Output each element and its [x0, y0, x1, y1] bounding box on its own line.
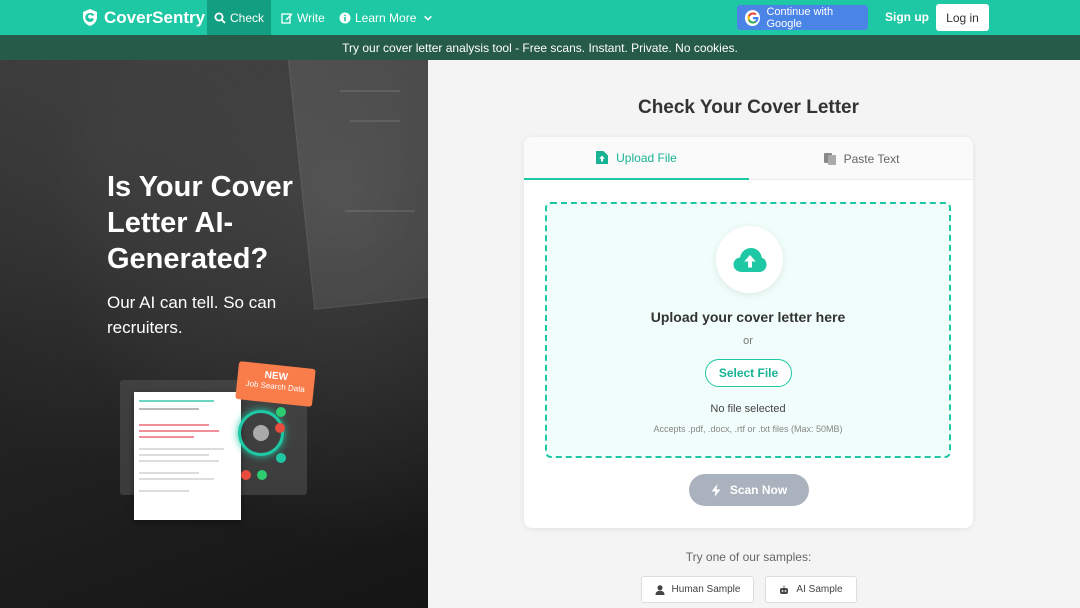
tab-upload-file[interactable]: Upload File [524, 137, 749, 180]
person-badge-icon [257, 470, 267, 480]
chevron-down-icon [424, 15, 433, 21]
tab-upload-label: Upload File [616, 150, 677, 165]
x-badge-icon [275, 423, 285, 433]
user-icon [655, 584, 665, 595]
lightning-icon [711, 483, 721, 497]
upload-icon-circle [716, 226, 783, 293]
scan-lens-icon [238, 410, 284, 456]
scan-now-label: Scan Now [729, 483, 788, 497]
google-button-label: Continue with Google [766, 5, 834, 30]
hero-illustration: NEW Job Search Data [120, 361, 320, 525]
human-sample-button[interactable]: Human Sample [641, 576, 754, 603]
upload-title: Upload your cover letter here [650, 309, 846, 325]
ai-sample-button[interactable]: AI Sample [765, 576, 857, 603]
tab-paste-text[interactable]: Paste Text [749, 137, 973, 180]
promo-banner: Try our cover letter analysis tool - Fre… [0, 35, 1080, 60]
checker-panel: Check Your Cover Letter Upload File Past… [428, 60, 1080, 608]
clipboard-icon [823, 153, 836, 165]
brand-logo[interactable]: CoverSentry [82, 0, 205, 35]
file-drop-zone[interactable]: Upload your cover letter here or Select … [545, 202, 951, 458]
select-file-button[interactable]: Select File [705, 359, 792, 387]
shield-icon [83, 9, 97, 26]
login-button[interactable]: Log in [936, 4, 989, 31]
top-nav: CoverSentry Check Write Learn More Conti… [0, 0, 1080, 35]
nav-write[interactable]: Write [281, 0, 325, 35]
banner-text: Try our cover letter analysis tool - Fre… [342, 40, 738, 55]
dot-badge-icon [276, 453, 286, 463]
hero-section: Is Your Cover Letter AI-Generated? Our A… [0, 60, 428, 608]
hero-title: Is Your Cover Letter AI-Generated? [107, 171, 293, 275]
google-signin-button[interactable]: Continue with Google [737, 5, 868, 30]
robot-badge-icon [241, 470, 251, 480]
scan-now-button[interactable]: Scan Now [689, 474, 809, 506]
new-badge: NEW Job Search Data [235, 361, 316, 407]
nav-check[interactable]: Check [207, 0, 271, 35]
nav-learn-label: Learn More [355, 10, 417, 25]
nav-learn-more[interactable]: Learn More [339, 0, 433, 35]
tab-paste-label: Paste Text [843, 151, 900, 166]
hero-subtitle: Our AI can tell. So can recruiters. [107, 293, 277, 337]
google-icon [745, 9, 761, 26]
file-upload-icon [596, 151, 609, 164]
info-icon [339, 12, 351, 23]
edit-icon [281, 12, 293, 24]
robot-icon [780, 585, 789, 594]
check-badge-icon [276, 407, 286, 417]
nav-write-label: Write [297, 10, 325, 25]
background-photo-detail [340, 90, 400, 92]
upload-card: Upload File Paste Text Upload your cover… [524, 137, 973, 528]
nav-check-label: Check [229, 10, 264, 25]
ai-sample-label: AI Sample [796, 584, 843, 595]
accepted-formats: Accepts .pdf, .docx, .rtf or .txt files … [653, 424, 843, 434]
background-photo-detail [345, 210, 415, 212]
or-divider: or [743, 335, 753, 347]
checker-title: Check Your Cover Letter [637, 97, 860, 118]
signup-link[interactable]: Sign up [885, 10, 929, 24]
selected-file-status: No file selected [710, 403, 786, 415]
document-illustration [134, 392, 241, 520]
background-photo-detail [350, 120, 400, 122]
input-tabs: Upload File Paste Text [524, 137, 973, 180]
cloud-upload-icon [733, 247, 766, 272]
samples-label: Try one of our samples: [685, 550, 812, 564]
brand-name: CoverSentry [104, 7, 206, 27]
search-icon [214, 12, 226, 24]
human-sample-label: Human Sample [671, 584, 741, 595]
